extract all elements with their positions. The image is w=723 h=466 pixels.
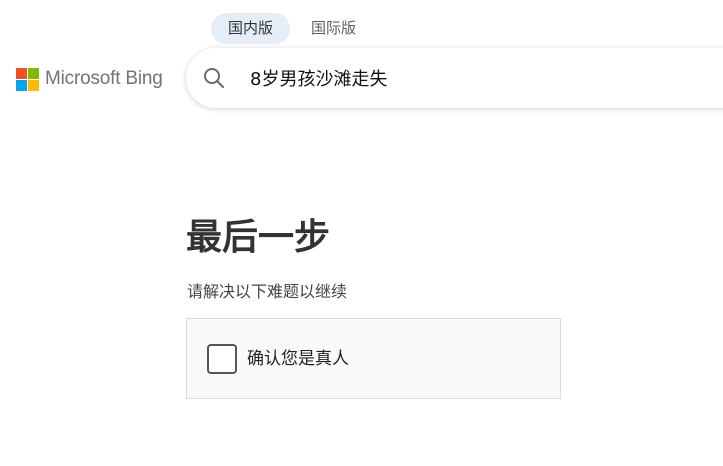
search-input[interactable] bbox=[250, 62, 723, 94]
tab-international[interactable]: 国际版 bbox=[294, 13, 373, 44]
challenge-title: 最后一步 bbox=[186, 217, 331, 258]
logo-square-green bbox=[28, 67, 39, 79]
challenge-subtitle: 请解决以下难题以继续 bbox=[187, 282, 348, 301]
tab-domestic[interactable]: 国内版 bbox=[211, 13, 291, 44]
human-verification-checkbox[interactable] bbox=[207, 344, 237, 374]
logo-square-red bbox=[16, 67, 27, 79]
logo-text: Microsoft Bing bbox=[45, 68, 163, 89]
human-verification-label[interactable]: 确认您是真人 bbox=[247, 346, 349, 372]
logo-square-yellow bbox=[28, 79, 39, 91]
microsoft-bing-logo[interactable]: Microsoft Bing bbox=[16, 67, 163, 91]
search-icon[interactable] bbox=[202, 66, 226, 90]
page: 国内版 国际版 Microsoft Bing 最后一步 请解决以下难题以继续 确… bbox=[0, 0, 723, 466]
region-tabs: 国内版 国际版 bbox=[211, 13, 373, 44]
captcha-box: 确认您是真人 bbox=[186, 318, 561, 399]
logo-square-blue bbox=[16, 79, 27, 91]
microsoft-logo-icon bbox=[16, 67, 39, 91]
search-box[interactable] bbox=[186, 48, 723, 108]
